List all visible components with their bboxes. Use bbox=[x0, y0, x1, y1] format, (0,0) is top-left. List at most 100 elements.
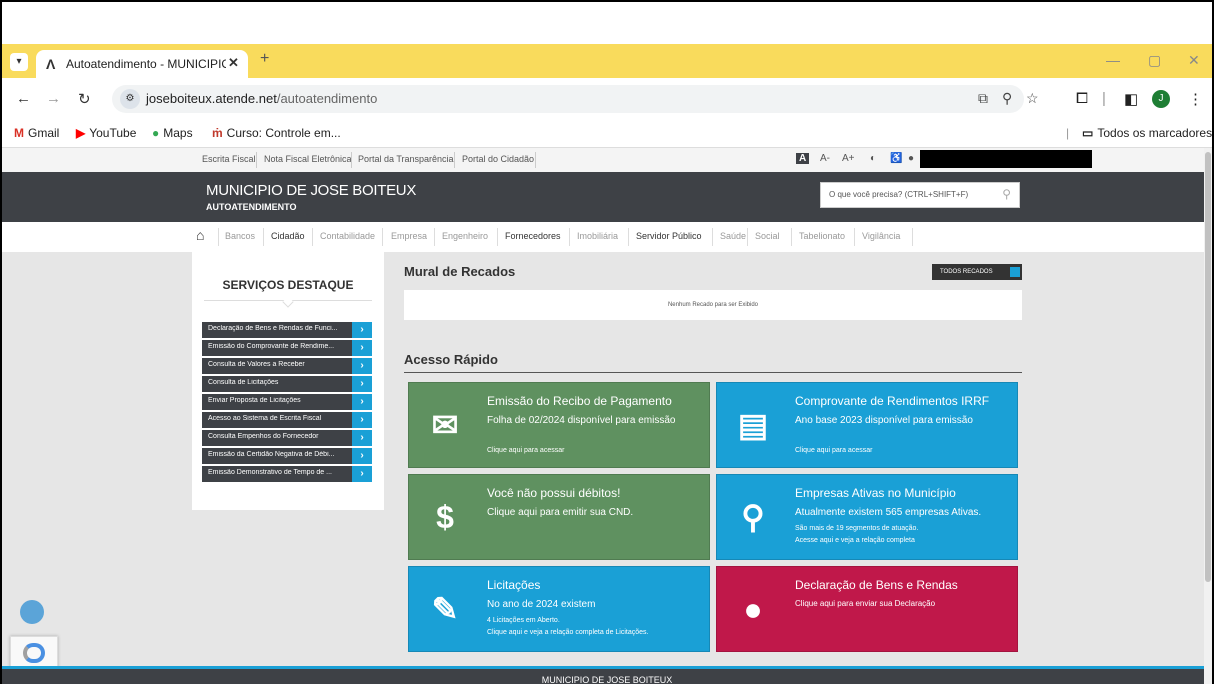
site-search-input[interactable]: O que você precisa? (CTRL+SHIFT+F) ⚲ bbox=[820, 182, 1020, 208]
service-item[interactable]: Acesso ao Sistema de Escrita Fiscal › bbox=[202, 412, 372, 428]
menu-engenheiro[interactable]: Engenheiro bbox=[442, 231, 488, 241]
chevron-right-icon[interactable]: › bbox=[352, 340, 372, 356]
card-title: Empresas Ativas no Município bbox=[795, 486, 956, 500]
scrollbar-thumb[interactable] bbox=[1205, 152, 1211, 582]
link-portal-transparencia[interactable]: Portal da Transparência bbox=[358, 154, 454, 164]
search-icon: ⚲ bbox=[741, 499, 765, 535]
chevron-right-icon[interactable]: › bbox=[352, 448, 372, 464]
address-bar-row: ← → ↻ ⚙ joseboiteux.atende.net/autoatend… bbox=[2, 78, 1212, 120]
cookie-icon[interactable] bbox=[20, 600, 44, 624]
card-title: Licitações bbox=[487, 578, 541, 592]
chevron-right-icon[interactable]: › bbox=[352, 322, 372, 338]
card-payslip[interactable]: ✉ Emissão do Recibo de Pagamento Folha d… bbox=[408, 382, 710, 468]
service-item[interactable]: Consulta de Valores a Receber › bbox=[202, 358, 372, 374]
user-icon[interactable]: ● bbox=[908, 153, 914, 164]
service-item[interactable]: Consulta de Licitações › bbox=[202, 376, 372, 392]
chevron-right-icon[interactable]: › bbox=[352, 358, 372, 374]
font-increase-button[interactable]: A+ bbox=[842, 153, 855, 164]
profile-avatar[interactable]: J bbox=[1152, 90, 1170, 108]
new-tab-button[interactable]: + bbox=[260, 50, 269, 68]
link-nota-fiscal[interactable]: Nota Fiscal Eletrônica bbox=[264, 154, 352, 164]
card-empresas[interactable]: ⚲ Empresas Ativas no Município Atualment… bbox=[716, 474, 1018, 560]
address-bar[interactable]: ⚙ joseboiteux.atende.net/autoatendimento… bbox=[112, 85, 1039, 113]
zoom-icon[interactable]: ⚲ bbox=[1002, 90, 1012, 107]
menu-saude[interactable]: Saúde bbox=[720, 231, 746, 241]
service-item[interactable]: Emissão da Certidão Negativa de Débi... › bbox=[202, 448, 372, 464]
service-item[interactable]: Enviar Proposta de Licitações › bbox=[202, 394, 372, 410]
side-panel-icon[interactable]: ◧ bbox=[1124, 90, 1138, 108]
card-title: Você não possui débitos! bbox=[487, 486, 621, 500]
page-scrollbar[interactable] bbox=[1204, 148, 1212, 684]
bookmark-star-icon[interactable]: ☆ bbox=[1026, 90, 1039, 107]
site-title[interactable]: MUNICIPIO DE JOSE BOITEUX bbox=[206, 182, 416, 199]
link-escrita-fiscal[interactable]: Escrita Fiscal bbox=[202, 154, 256, 164]
menu-contabilidade[interactable]: Contabilidade bbox=[320, 231, 375, 241]
font-decrease-button[interactable]: A- bbox=[820, 153, 830, 164]
menu-cidadao[interactable]: Cidadão bbox=[271, 231, 305, 241]
service-item[interactable]: Emissão Demonstrativo de Tempo de ... › bbox=[202, 466, 372, 482]
contrast-icon[interactable]: ◐ bbox=[870, 153, 876, 164]
card-cnd[interactable]: $ Você não possui débitos! Clique aqui p… bbox=[408, 474, 710, 560]
all-messages-button[interactable]: TODOS RECADOS bbox=[932, 264, 1022, 280]
toolbar-divider: | bbox=[1102, 90, 1106, 107]
accessibility-icon[interactable]: ♿ bbox=[890, 153, 902, 164]
separator bbox=[351, 152, 352, 168]
service-item[interactable]: Declaração de Bens e Rendas de Funci... › bbox=[202, 322, 372, 338]
service-item[interactable]: Consulta Empenhos do Fornecedor › bbox=[202, 430, 372, 446]
chevron-right-icon[interactable]: › bbox=[352, 412, 372, 428]
menu-empresa[interactable]: Empresa bbox=[391, 231, 427, 241]
menu-social[interactable]: Social bbox=[755, 231, 780, 241]
envelope-icon: ✉ bbox=[431, 407, 459, 443]
bookmark-youtube[interactable]: ▶ YouTube bbox=[76, 126, 136, 140]
search-icon[interactable]: ⚲ bbox=[1002, 187, 1011, 201]
card-licitacoes[interactable]: ✎ Licitações No ano de 2024 existem 4 Li… bbox=[408, 566, 710, 652]
separator bbox=[747, 228, 748, 246]
menu-servidor-publico[interactable]: Servidor Público bbox=[636, 231, 702, 241]
list-icon bbox=[1010, 267, 1020, 277]
link-portal-cidadao[interactable]: Portal do Cidadão bbox=[462, 154, 534, 164]
back-icon[interactable]: ← bbox=[16, 90, 31, 107]
menu-bancos[interactable]: Bancos bbox=[225, 231, 255, 241]
extensions-icon[interactable]: ⧠ bbox=[1076, 90, 1088, 107]
site-subtitle: AUTOATENDIMENTO bbox=[206, 202, 297, 212]
site-info-icon[interactable]: ⚙ bbox=[120, 89, 140, 109]
menu-imobiliaria[interactable]: Imobiliária bbox=[577, 231, 618, 241]
reload-icon[interactable]: ↻ bbox=[78, 90, 91, 108]
home-icon[interactable]: ⌂ bbox=[196, 227, 204, 243]
browser-tab[interactable]: Λ Autoatendimento - MUNICIPIO ✕ bbox=[36, 50, 248, 78]
menu-tabelionato[interactable]: Tabelionato bbox=[799, 231, 845, 241]
open-in-app-icon[interactable]: ⧉ bbox=[978, 90, 988, 107]
footer-text: MUNICIPIO DE JOSE BOITEUX bbox=[541, 675, 673, 684]
menu-vigilancia[interactable]: Vigilância bbox=[862, 231, 900, 241]
bookmark-gmail[interactable]: M Gmail bbox=[14, 126, 59, 140]
card-note: 4 Licitações em Aberto. bbox=[487, 617, 560, 624]
forward-icon[interactable]: → bbox=[46, 90, 61, 107]
folder-icon: ▭ bbox=[1082, 126, 1094, 140]
separator bbox=[497, 228, 498, 246]
mural-box: Nenhum Recado para ser Exibido bbox=[404, 290, 1022, 320]
maximize-button[interactable]: ▢ bbox=[1148, 52, 1161, 69]
tab-search-button[interactable]: ▾ bbox=[10, 53, 28, 71]
close-window-button[interactable]: ✕ bbox=[1188, 52, 1200, 69]
separator bbox=[256, 152, 257, 168]
font-normal-button[interactable]: A bbox=[796, 153, 810, 164]
service-item[interactable]: Emissão do Comprovante de Rendime... › bbox=[202, 340, 372, 356]
service-label: Consulta de Licitações bbox=[208, 379, 279, 386]
card-irrf[interactable]: ▤ Comprovante de Rendimentos IRRF Ano ba… bbox=[716, 382, 1018, 468]
browser-menu-icon[interactable]: ⋮ bbox=[1188, 90, 1203, 108]
bookmark-maps[interactable]: ● Maps bbox=[152, 126, 193, 140]
chevron-right-icon[interactable]: › bbox=[352, 430, 372, 446]
chevron-right-icon[interactable]: › bbox=[352, 466, 372, 482]
card-subtitle: No ano de 2024 existem bbox=[487, 599, 596, 610]
menu-fornecedores[interactable]: Fornecedores bbox=[505, 231, 561, 241]
card-declaracao[interactable]: ● Declaração de Bens e Rendas Clique aqu… bbox=[716, 566, 1018, 652]
minimize-button[interactable]: — bbox=[1106, 52, 1120, 68]
url-text[interactable]: joseboiteux.atende.net/autoatendimento bbox=[146, 91, 377, 106]
all-bookmarks-folder[interactable]: ▭ Todos os marcadores bbox=[1082, 126, 1212, 140]
tab-bar: ▾ Λ Autoatendimento - MUNICIPIO ✕ + — ▢ … bbox=[2, 44, 1212, 78]
document-icon: ▤ bbox=[737, 407, 769, 443]
bookmark-curso[interactable]: ṁ Curso: Controle em... bbox=[212, 126, 341, 140]
chevron-right-icon[interactable]: › bbox=[352, 394, 372, 410]
chevron-right-icon[interactable]: › bbox=[352, 376, 372, 392]
tab-close-icon[interactable]: ✕ bbox=[228, 55, 239, 71]
